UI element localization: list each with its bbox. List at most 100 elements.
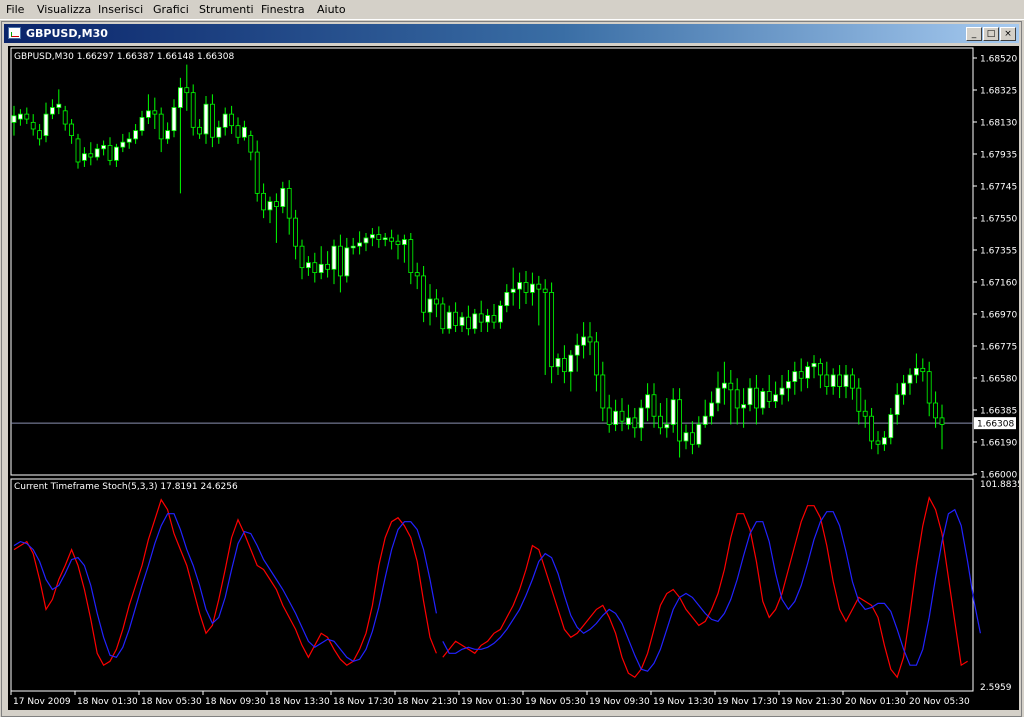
candle-body	[101, 145, 106, 150]
candle-body	[440, 303, 446, 330]
candle-body	[107, 145, 113, 161]
candle-body	[882, 437, 887, 445]
candle-body	[446, 311, 452, 330]
candle-body	[114, 146, 119, 161]
candle-body	[536, 283, 542, 290]
menu-strumenti[interactable]: Strumenti	[199, 3, 254, 16]
candle-body	[369, 234, 375, 239]
candle-body	[478, 313, 484, 323]
close-button[interactable]: ×	[1000, 27, 1016, 41]
stoch-title: Current Timeframe Stoch(5,3,3) 17.8191 2…	[14, 482, 238, 492]
candle-body	[280, 188, 286, 207]
candle-body	[901, 382, 906, 396]
candle-body	[216, 126, 222, 138]
candle-body	[747, 387, 753, 406]
candle-body	[267, 201, 273, 211]
price-axis-label: 1.66000	[980, 471, 1017, 481]
menu-grafici[interactable]: Grafici	[153, 3, 189, 16]
candle-body	[69, 123, 74, 136]
price-axis-label: 1.67355	[980, 247, 1017, 257]
candle-body	[190, 92, 196, 128]
candle-body	[651, 394, 657, 417]
candle-body	[683, 432, 689, 442]
candle-body	[843, 374, 849, 387]
candle-body	[248, 135, 254, 153]
candle-body	[875, 440, 881, 445]
menu-aiuto[interactable]: Aiuto	[317, 3, 346, 16]
candle-body	[357, 242, 363, 247]
chart-svg[interactable]: 1.68520 1.68325 1.68130 1.67935 1.67745 1.675…	[8, 46, 1019, 710]
time-axis-label: 19 Nov 13:30	[653, 697, 714, 707]
candle-body	[312, 262, 318, 274]
maximize-button[interactable]: □	[983, 27, 999, 41]
candle-body	[459, 316, 465, 326]
candle-body	[549, 292, 554, 368]
candle-body	[818, 362, 823, 376]
candle-body	[37, 130, 43, 140]
candle-body	[722, 382, 727, 389]
candle-body	[11, 115, 17, 123]
price-axis-label: 1.66970	[980, 311, 1017, 321]
candle-body	[600, 374, 606, 409]
candle-body	[792, 371, 798, 382]
time-axis-label: 20 Nov 05:30	[909, 697, 970, 707]
candle-body	[824, 374, 830, 387]
candle-body	[331, 245, 337, 270]
candle-body	[94, 148, 100, 158]
candle-body	[318, 263, 324, 274]
window-titlebar[interactable]: GBPUSD,M30 _ □ ×	[4, 24, 1019, 43]
menu-file[interactable]: File	[6, 3, 24, 16]
candle-body	[171, 107, 177, 132]
menu-finestra[interactable]: Finestra	[261, 3, 305, 16]
candle-body	[805, 366, 810, 379]
time-axis-label: 18 Nov 21:30	[397, 697, 458, 707]
candle-body	[766, 391, 772, 402]
menu-inserisci[interactable]: Inserisci	[98, 3, 143, 16]
candle-body	[165, 130, 171, 140]
candle-body	[24, 113, 30, 120]
candle-body	[850, 374, 855, 389]
candle-body	[305, 262, 311, 269]
window-title: GBPUSD,M30	[26, 27, 108, 40]
time-axis-label: 19 Nov 17:30	[717, 697, 778, 707]
minimize-button[interactable]: _	[966, 27, 982, 41]
candle-body	[798, 371, 804, 379]
candle-body	[17, 113, 23, 120]
candle-body	[658, 415, 663, 429]
price-axis-label: 1.67935	[980, 151, 1017, 161]
candle-body	[728, 382, 734, 391]
candle-body	[235, 125, 241, 138]
stoch-axis-label-top: 101.8835	[980, 480, 1019, 490]
candle-body	[907, 374, 913, 384]
candle-body	[197, 126, 203, 135]
chart-canvas[interactable]: 1.68520 1.68325 1.68130 1.67935 1.67745 1.675…	[8, 46, 1019, 710]
candle-body	[530, 283, 535, 293]
candle-body	[209, 103, 215, 138]
candle-body	[894, 394, 900, 415]
candle-body	[414, 272, 420, 277]
candle-body	[779, 387, 785, 396]
candle-body	[594, 341, 599, 376]
candle-body	[30, 121, 36, 130]
candle-body	[562, 358, 567, 373]
candle-body	[626, 417, 631, 425]
candle-body	[677, 399, 682, 442]
menu-visualizza[interactable]: Visualizza	[37, 3, 91, 16]
candle-body	[389, 237, 395, 242]
candle-body	[465, 316, 471, 330]
candle-body	[382, 237, 388, 240]
candle-body	[344, 247, 350, 277]
candle-body	[760, 391, 766, 409]
candle-body	[401, 239, 407, 245]
candle-body	[888, 414, 894, 439]
candle-body	[177, 87, 183, 108]
candle-body	[350, 245, 356, 249]
candle-body	[632, 417, 638, 429]
candle-body	[568, 354, 574, 373]
candle-body	[485, 315, 491, 323]
candle-body	[587, 336, 593, 343]
candle-body	[670, 399, 676, 425]
candle-body	[139, 117, 145, 132]
candle-body	[82, 153, 87, 161]
time-axis-label: 19 Nov 05:30	[525, 697, 586, 707]
